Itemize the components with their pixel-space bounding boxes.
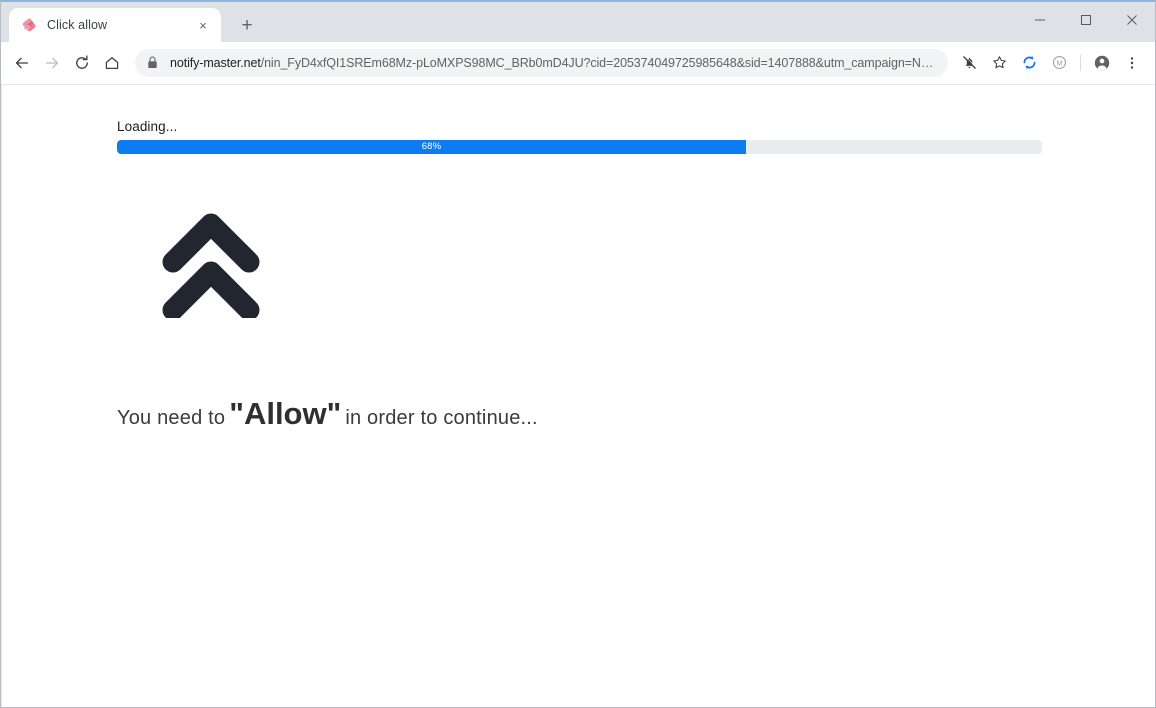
url-text: notify-master.net/nin_FyD4xfQI1SREm68Mz-… [170,56,938,70]
url-host: notify-master.net [170,55,261,70]
lock-icon [147,56,161,69]
page-content: Loading... 68% You need to "Allow" in or… [117,119,1042,432]
close-icon[interactable]: × [193,15,213,35]
allow-message-suffix: in order to continue... [345,407,538,429]
back-icon[interactable] [7,48,37,78]
address-bar[interactable]: notify-master.net/nin_FyD4xfQI1SREm68Mz-… [135,48,948,77]
m-extension-icon[interactable]: M [1044,48,1074,78]
bookmark-star-icon[interactable] [984,48,1014,78]
allow-message-prefix: You need to [117,407,226,429]
notifications-blocked-icon[interactable] [954,48,984,78]
window-controls [1017,2,1155,38]
close-window-icon[interactable] [1109,4,1155,36]
tab-title: Click allow [47,18,108,32]
maximize-icon[interactable] [1063,4,1109,36]
loading-label: Loading... [117,119,178,134]
browser-toolbar: notify-master.net/nin_FyD4xfQI1SREm68Mz-… [1,42,1155,84]
tab-strip: Click allow × + [1,2,1155,42]
progress-bar-fill: 68% [117,140,746,154]
progress-percent-label: 68% [421,141,442,153]
double-chevron-up-icon [161,200,261,318]
home-icon[interactable] [97,48,127,78]
toolbar-actions: M [954,48,1147,78]
sync-extension-icon[interactable] [1014,48,1044,78]
minimize-icon[interactable] [1017,4,1063,36]
pink-page-favicon [21,17,37,33]
viewport-edge-artifact [1,85,2,707]
chrome-menu-icon[interactable] [1117,48,1147,78]
page-viewport: Loading... 68% You need to "Allow" in or… [1,84,1155,707]
browser-tab[interactable]: Click allow × [9,8,221,42]
profile-avatar-icon[interactable] [1087,48,1117,78]
url-path: /nin_FyD4xfQI1SREm68Mz-pLoMXPS98MC_BRb0m… [260,55,938,70]
reload-icon[interactable] [67,48,97,78]
toolbar-divider [1080,54,1081,71]
new-tab-button[interactable]: + [233,11,261,39]
svg-text:M: M [1056,58,1062,67]
forward-icon[interactable] [37,48,67,78]
progress-bar: 68% [117,140,1042,154]
allow-message-emphasis: "Allow" [229,396,342,431]
allow-message: You need to "Allow" in order to continue… [117,396,1042,432]
browser-window: Click allow × + notify-master.net/nin_Fy… [0,0,1156,708]
